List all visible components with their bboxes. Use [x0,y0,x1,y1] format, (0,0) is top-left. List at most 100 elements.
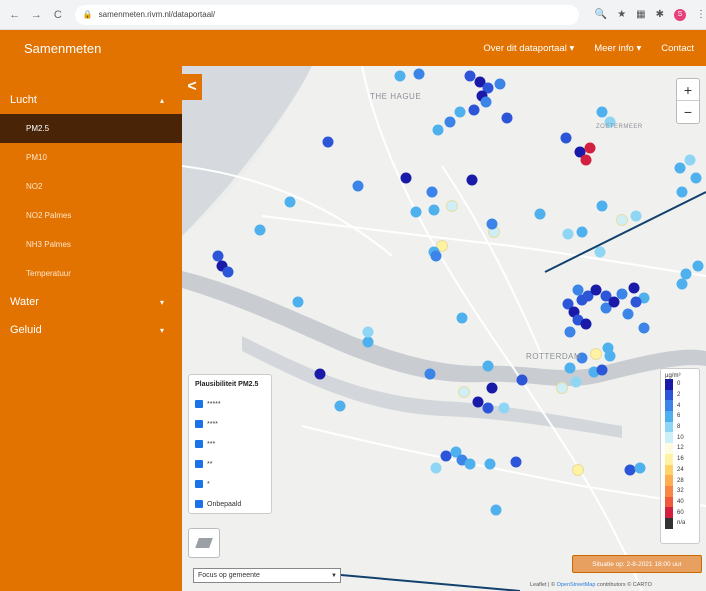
sensor-marker[interactable] [394,70,406,82]
sidebar-group-lucht[interactable]: Lucht ▴ [0,86,182,114]
zoom-out-button[interactable]: − [677,101,699,123]
sensor-marker[interactable] [564,362,576,374]
focus-municipality-select[interactable]: Focus op gemeente ▼ [193,568,341,583]
sensor-marker[interactable] [222,266,234,278]
sensor-marker[interactable] [334,400,346,412]
sensor-marker[interactable] [432,124,444,136]
filter-option[interactable]: ** [195,454,265,474]
sensor-marker[interactable] [486,218,498,230]
sensor-marker[interactable] [624,464,636,476]
sensor-marker[interactable] [580,318,592,330]
filter-option[interactable]: Onbepaald [195,494,265,514]
filter-option[interactable]: ***** [195,394,265,414]
star-icon[interactable]: ★ [617,9,626,20]
sensor-marker[interactable] [413,68,425,80]
sensor-marker[interactable] [604,350,616,362]
sensor-marker[interactable] [458,386,470,398]
sensor-marker[interactable] [596,106,608,118]
sensor-marker[interactable] [690,172,702,184]
nav-meer-info[interactable]: Meer info ▾ [594,43,641,54]
sensor-marker[interactable] [630,210,642,222]
sensor-marker[interactable] [212,250,224,262]
sensor-marker[interactable] [596,200,608,212]
sensor-marker[interactable] [430,462,442,474]
collapse-sidebar-button[interactable]: < [182,74,202,100]
sensor-marker[interactable] [362,326,374,338]
sensor-marker[interactable] [466,174,478,186]
sensor-marker[interactable] [572,464,584,476]
sensor-marker[interactable] [456,312,468,324]
sensor-marker[interactable] [498,402,510,414]
sensor-marker[interactable] [292,296,304,308]
filter-option[interactable]: *** [195,434,265,454]
nav-over-dataportaal[interactable]: Over dit dataportaal ▾ [483,43,574,54]
sidebar-item-pm25[interactable]: PM2.5 [0,114,182,143]
filter-option[interactable]: * [195,474,265,494]
extension-icon[interactable]: ▦ [636,9,645,20]
sensor-marker[interactable] [596,364,608,376]
menu-icon[interactable]: ⋮ [696,9,706,20]
sensor-marker[interactable] [570,376,582,388]
filter-option[interactable]: **** [195,414,265,434]
checkbox[interactable] [195,440,203,448]
sensor-marker[interactable] [362,336,374,348]
puzzle-icon[interactable]: ✱ [656,9,664,20]
sensor-marker[interactable] [254,224,266,236]
sensor-marker[interactable] [501,112,513,124]
sensor-marker[interactable] [428,204,440,216]
sensor-marker[interactable] [490,504,502,516]
sidebar-group-geluid[interactable]: Geluid ▾ [0,316,182,344]
sensor-marker[interactable] [400,172,412,184]
sensor-marker[interactable] [622,308,634,320]
sensor-marker[interactable] [590,348,602,360]
sensor-marker[interactable] [556,382,568,394]
sensor-marker[interactable] [352,180,364,192]
reload-icon[interactable]: C [51,8,65,22]
sensor-marker[interactable] [534,208,546,220]
sensor-marker[interactable] [480,96,492,108]
sensor-marker[interactable] [608,296,620,308]
sensor-marker[interactable] [516,374,528,386]
sensor-marker[interactable] [430,250,442,262]
sidebar-item-nh3-palmes[interactable]: NH3 Palmes [0,230,182,259]
avatar[interactable]: S [674,8,686,21]
sensor-marker[interactable] [590,284,602,296]
osm-link[interactable]: OpenStreetMap [557,582,596,588]
sensor-marker[interactable] [616,214,628,226]
app-title[interactable]: Samenmeten [24,41,101,56]
sensor-marker[interactable] [684,154,696,166]
sensor-marker[interactable] [468,104,480,116]
sensor-marker[interactable] [560,132,572,144]
sidebar-group-water[interactable]: Water ▾ [0,288,182,316]
sidebar-item-temperatuur[interactable]: Temperatuur [0,259,182,288]
sidebar-item-pm10[interactable]: PM10 [0,143,182,172]
sensor-marker[interactable] [486,382,498,394]
sensor-marker[interactable] [464,70,476,82]
sensor-marker[interactable] [454,106,466,118]
sensor-marker[interactable] [482,360,494,372]
checkbox[interactable] [195,480,203,488]
sensor-marker[interactable] [638,322,650,334]
sensor-marker[interactable] [424,368,436,380]
sidebar-item-no2-palmes[interactable]: NO2 Palmes [0,201,182,230]
checkbox[interactable] [195,400,203,408]
sensor-marker[interactable] [564,326,576,338]
sensor-marker[interactable] [674,162,686,174]
sensor-marker[interactable] [630,296,642,308]
sensor-marker[interactable] [562,228,574,240]
sensor-marker[interactable] [464,458,476,470]
sensor-marker[interactable] [426,186,438,198]
sidebar-item-no2[interactable]: NO2 [0,172,182,201]
sensor-marker[interactable] [580,154,592,166]
sensor-marker[interactable] [594,246,606,258]
sensor-marker[interactable] [484,458,496,470]
sensor-marker[interactable] [494,78,506,90]
sensor-marker[interactable] [584,142,596,154]
sensor-marker[interactable] [510,456,522,468]
search-icon[interactable]: 🔍 [595,9,607,20]
sensor-marker[interactable] [314,368,326,380]
layers-button[interactable] [188,528,220,558]
checkbox[interactable] [195,460,203,468]
sensor-marker[interactable] [692,260,704,272]
sensor-marker[interactable] [482,402,494,414]
